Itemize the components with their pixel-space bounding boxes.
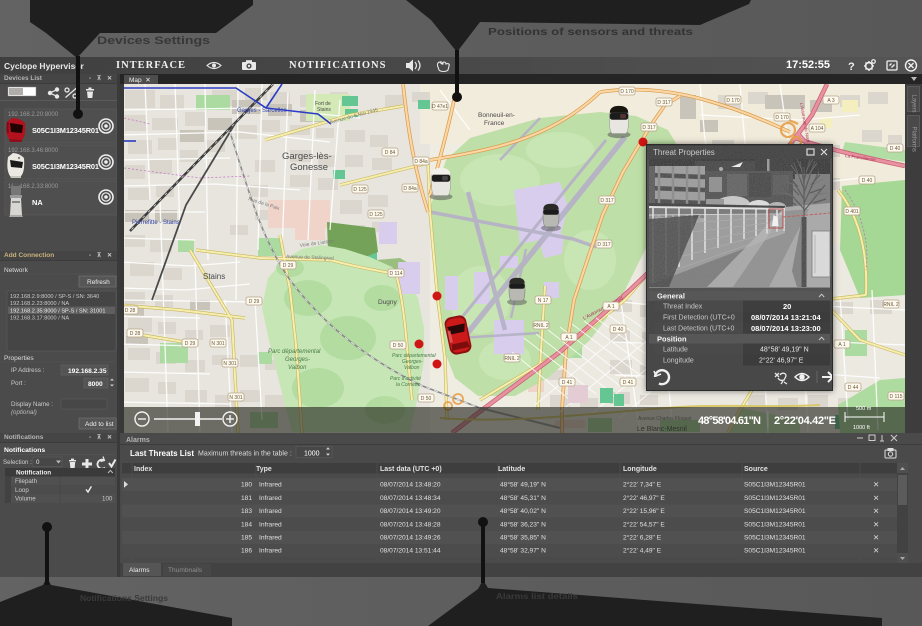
svg-text:Alarms list details: Alarms list details (496, 591, 578, 601)
svg-text:Devices Settings: Devices Settings (97, 35, 210, 47)
svg-text:Notifications Settings: Notifications Settings (80, 593, 168, 603)
svg-text:Positions of sensors and threa: Positions of sensors and threats (488, 26, 693, 38)
